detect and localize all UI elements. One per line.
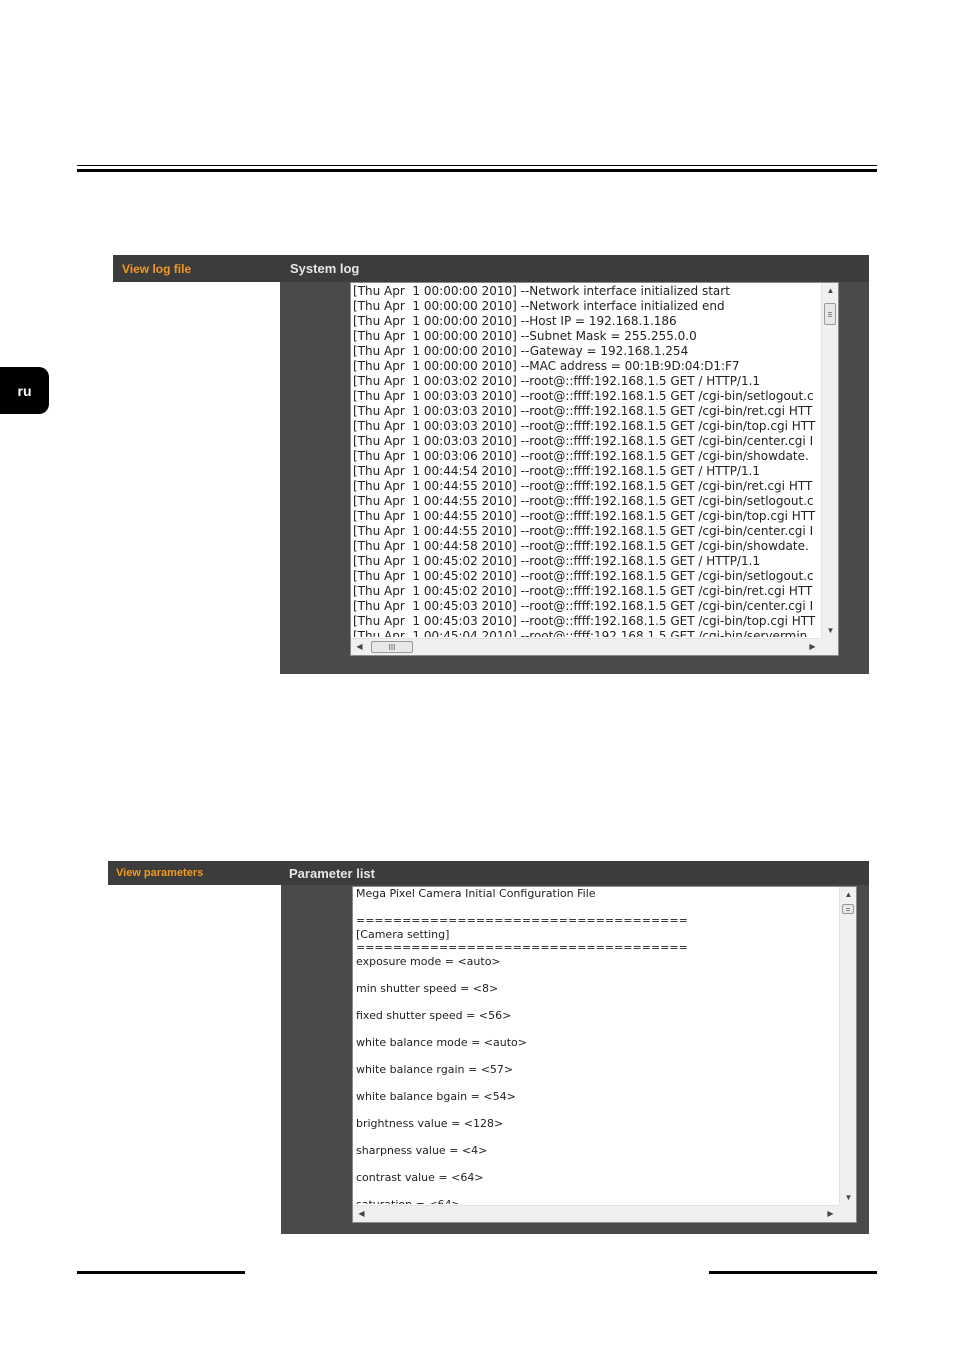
log-line: [Thu Apr 1 00:00:00 2010] --Network inte… — [353, 299, 725, 313]
param-line — [356, 1103, 838, 1117]
log-line: [Thu Apr 1 00:45:02 2010] --root@::ffff:… — [353, 569, 814, 583]
footer-rule-left — [77, 1271, 245, 1274]
sidebar-item-view-parameters[interactable]: View parameters — [108, 861, 284, 885]
param-panel-body: Mega Pixel Camera Initial Configuration … — [281, 885, 869, 1234]
log-line: [Thu Apr 1 00:45:02 2010] --root@::ffff:… — [353, 584, 813, 598]
param-line: white balance bgain = <54> — [356, 1089, 516, 1103]
param-line — [356, 1049, 838, 1063]
scroll-up-icon[interactable]: ▲ — [840, 887, 856, 902]
param-line — [356, 1184, 838, 1198]
param-line — [356, 968, 838, 982]
log-line: [Thu Apr 1 00:03:03 2010] --root@::ffff:… — [353, 419, 816, 433]
scroll-right-icon[interactable]: ▶ — [822, 1206, 839, 1221]
header-rule-thick — [77, 169, 877, 172]
log-vscroll-thumb[interactable] — [824, 303, 836, 325]
footer-rule-right — [709, 1271, 877, 1274]
log-vertical-scrollbar[interactable]: ▲ ▼ — [821, 283, 838, 638]
log-line: [Thu Apr 1 00:00:00 2010] --Gateway = 19… — [353, 344, 689, 358]
param-line: white balance rgain = <57> — [356, 1062, 514, 1076]
param-line: fixed shutter speed = <56> — [356, 1008, 512, 1022]
param-line: white balance mode = <auto> — [356, 1035, 527, 1049]
log-line: [Thu Apr 1 00:44:55 2010] --root@::ffff:… — [353, 524, 814, 538]
param-line — [356, 901, 838, 915]
param-line: brightness value = <128> — [356, 1116, 504, 1130]
param-line — [356, 995, 838, 1009]
param-line: sharpness value = <4> — [356, 1143, 488, 1157]
system-log-text: [Thu Apr 1 00:00:00 2010] --Network inte… — [353, 284, 820, 637]
log-line: [Thu Apr 1 00:03:03 2010] --root@::ffff:… — [353, 404, 813, 418]
language-tab: ru — [0, 367, 49, 414]
param-line: Mega Pixel Camera Initial Configuration … — [356, 887, 596, 900]
param-line: exposure mode = <auto> — [356, 954, 501, 968]
log-line: [Thu Apr 1 00:00:00 2010] --Host IP = 19… — [353, 314, 677, 328]
param-line: saturation = <64> — [356, 1197, 461, 1205]
param-line — [356, 1076, 838, 1090]
system-log-textarea[interactable]: [Thu Apr 1 00:00:00 2010] --Network inte… — [350, 282, 839, 656]
param-line: contrast value = <64> — [356, 1170, 484, 1184]
log-line: [Thu Apr 1 00:45:04 2010] --root@::ffff:… — [353, 629, 808, 637]
log-line: [Thu Apr 1 00:00:00 2010] --Network inte… — [353, 284, 730, 298]
log-line: [Thu Apr 1 00:45:02 2010] --root@::ffff:… — [353, 554, 761, 568]
sidebar-item-view-log-file[interactable]: View log file — [113, 255, 285, 282]
param-vscroll-thumb[interactable] — [842, 904, 854, 914]
scroll-down-icon[interactable]: ▼ — [840, 1190, 856, 1205]
param-line: [Camera setting] — [356, 927, 450, 941]
param-line — [356, 1157, 838, 1171]
log-line: [Thu Apr 1 00:44:55 2010] --root@::ffff:… — [353, 494, 814, 508]
scroll-up-icon[interactable]: ▲ — [822, 283, 838, 298]
parameter-list-text: Mega Pixel Camera Initial Configuration … — [356, 887, 838, 1204]
param-line: ==================================== — [356, 941, 688, 954]
param-line — [356, 1130, 838, 1144]
log-line: [Thu Apr 1 00:44:55 2010] --root@::ffff:… — [353, 479, 813, 493]
scroll-corner — [839, 1205, 856, 1222]
scroll-right-icon[interactable]: ▶ — [804, 639, 821, 654]
scroll-corner — [821, 638, 838, 655]
header-rule-thin — [77, 165, 877, 166]
parameter-list-textarea[interactable]: Mega Pixel Camera Initial Configuration … — [352, 886, 857, 1223]
log-line: [Thu Apr 1 00:45:03 2010] --root@::ffff:… — [353, 599, 814, 613]
log-line: [Thu Apr 1 00:03:02 2010] --root@::ffff:… — [353, 374, 761, 388]
log-line: [Thu Apr 1 00:44:55 2010] --root@::ffff:… — [353, 509, 816, 523]
param-line: ==================================== — [356, 914, 688, 927]
log-line: [Thu Apr 1 00:03:06 2010] --root@::ffff:… — [353, 449, 809, 463]
param-horizontal-scrollbar[interactable]: ◀ ▶ — [353, 1205, 839, 1222]
scroll-down-icon[interactable]: ▼ — [822, 623, 838, 638]
log-line: [Thu Apr 1 00:45:03 2010] --root@::ffff:… — [353, 614, 816, 628]
param-line — [356, 1022, 838, 1036]
param-panel-title: Parameter list — [284, 861, 869, 885]
scroll-left-icon[interactable]: ◀ — [353, 1206, 370, 1221]
log-horizontal-scrollbar[interactable]: ◀ III ▶ — [351, 638, 821, 655]
log-line: [Thu Apr 1 00:44:58 2010] --root@::ffff:… — [353, 539, 809, 553]
log-panel-title: System log — [285, 255, 869, 282]
scroll-left-icon[interactable]: ◀ — [351, 639, 368, 654]
log-line: [Thu Apr 1 00:00:00 2010] --MAC address … — [353, 359, 740, 373]
log-hscroll-thumb[interactable]: III — [371, 641, 413, 653]
log-panel-body: [Thu Apr 1 00:00:00 2010] --Network inte… — [280, 282, 869, 674]
log-line: [Thu Apr 1 00:44:54 2010] --root@::ffff:… — [353, 464, 761, 478]
log-line: [Thu Apr 1 00:03:03 2010] --root@::ffff:… — [353, 389, 814, 403]
param-line: min shutter speed = <8> — [356, 981, 499, 995]
param-vertical-scrollbar[interactable]: ▲ ▼ — [839, 887, 856, 1205]
log-line: [Thu Apr 1 00:00:00 2010] --Subnet Mask … — [353, 329, 697, 343]
log-line: [Thu Apr 1 00:03:03 2010] --root@::ffff:… — [353, 434, 814, 448]
